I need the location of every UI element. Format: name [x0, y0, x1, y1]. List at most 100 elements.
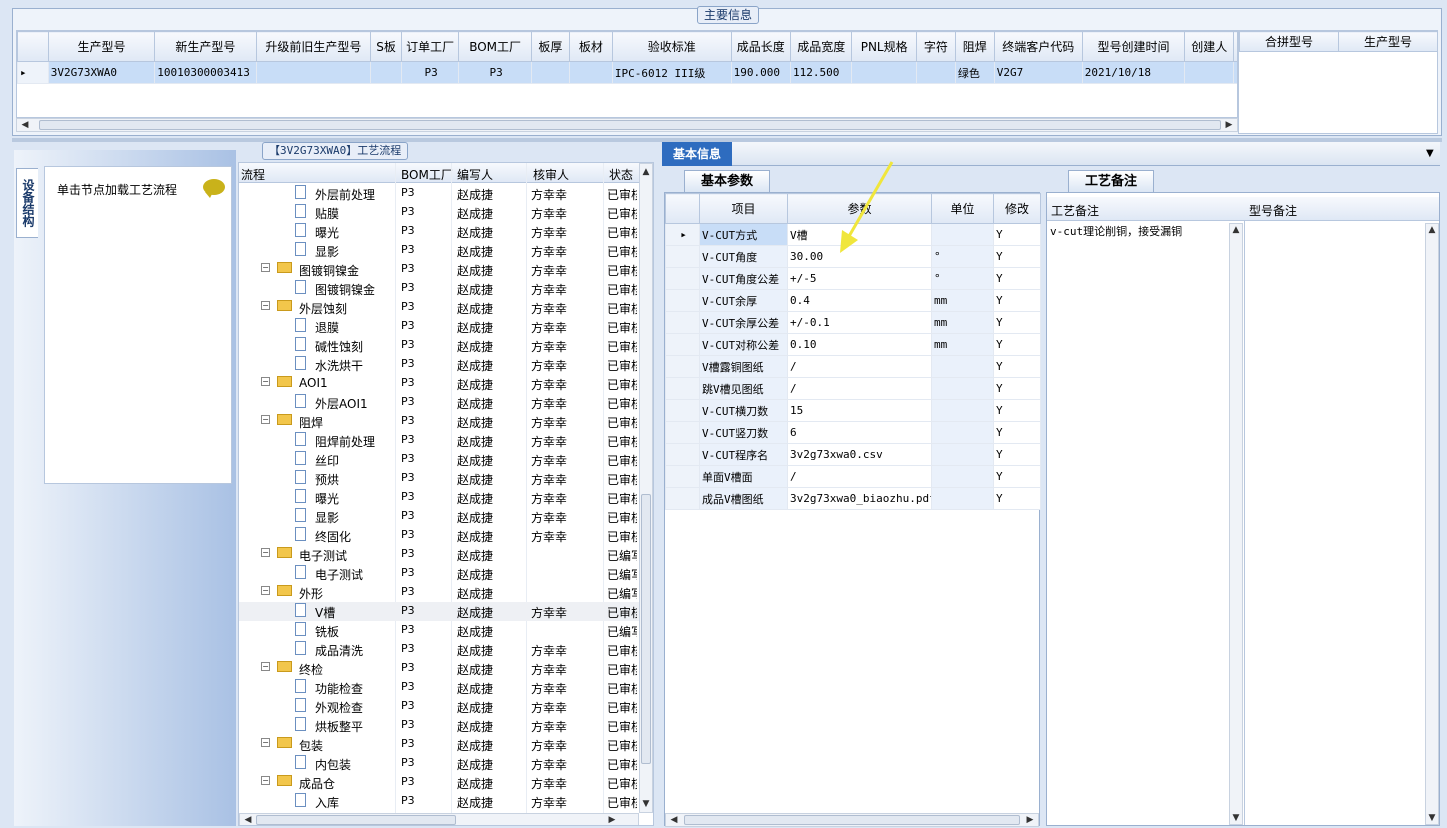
process-vscroll-thumb[interactable] [641, 494, 651, 764]
main-cell-5[interactable]: P3 [458, 61, 532, 84]
params-row[interactable]: V-CUT余厚 0.4 mm Y [665, 289, 1041, 312]
col-writer[interactable]: 编写人 [457, 166, 493, 183]
collapse-icon[interactable]: − [261, 776, 270, 785]
main-cell-13[interactable]: 绿色 [954, 61, 995, 84]
panel-dropdown-icon[interactable]: ▼ [1426, 148, 1434, 159]
params-row[interactable]: 成品V槽图纸 3v2g73xwa0_biaozhu.pdf Y [665, 487, 1041, 510]
main-cell-15[interactable]: 2021/10/18 [1081, 61, 1186, 84]
param-value[interactable]: +/-0.1 [787, 311, 932, 334]
row-header[interactable] [665, 421, 700, 444]
process-tree-row[interactable]: 终固化 P3 赵成捷 方幸幸 已审核 [239, 526, 644, 545]
collapse-icon[interactable]: − [261, 586, 270, 595]
row-header[interactable] [665, 355, 700, 378]
basic-info-tab[interactable]: 基本信息 [662, 142, 732, 166]
main-col-1[interactable]: 新生产型号 [154, 31, 257, 62]
row-header[interactable] [665, 267, 700, 290]
process-tree-row[interactable]: 功能检查 P3 赵成捷 方幸幸 已审核 [239, 678, 644, 697]
row-header[interactable] [665, 377, 700, 400]
main-cell-9[interactable]: 190.000 [730, 61, 791, 84]
process-hscroll[interactable]: ◀ ▶ [239, 813, 639, 825]
row-header[interactable] [665, 487, 700, 510]
main-cell-4[interactable]: P3 [400, 61, 460, 84]
process-tree-row[interactable]: 退膜 P3 赵成捷 方幸幸 已审核 [239, 317, 644, 336]
params-hscroll[interactable]: ◀ ▶ [665, 813, 1039, 827]
process-tree-row[interactable]: − 外层蚀刻 P3 赵成捷 方幸幸 已审核 [239, 298, 644, 317]
process-tree-row[interactable]: − 成品仓 P3 赵成捷 方幸幸 已审核 [239, 773, 644, 792]
process-vscroll[interactable]: ▲ ▼ [639, 163, 653, 813]
collapse-icon[interactable]: − [261, 548, 270, 557]
param-value[interactable]: 0.4 [787, 289, 932, 312]
main-cell-3[interactable] [370, 61, 402, 84]
scroll-down-icon[interactable]: ▼ [1230, 812, 1242, 824]
collapse-icon[interactable]: − [261, 301, 270, 310]
scroll-left-icon[interactable]: ◀ [668, 814, 680, 826]
main-hscroll[interactable]: ◀ ▶ [16, 118, 1238, 132]
process-tree-row[interactable]: 外层AOI1 P3 赵成捷 方幸幸 已审核 [239, 393, 644, 412]
scroll-up-icon[interactable]: ▲ [640, 166, 652, 178]
params-col-item[interactable]: 项目 [699, 193, 788, 224]
main-cell-1[interactable]: 10010300003413 [154, 61, 257, 84]
collapse-icon[interactable]: − [261, 377, 270, 386]
main-cell-14[interactable]: V2G7 [993, 61, 1083, 84]
process-tree-row[interactable]: 图镀铜镍金 P3 赵成捷 方幸幸 已审核 [239, 279, 644, 298]
main-cell-8[interactable]: IPC-6012 III级 [611, 61, 732, 84]
params-row[interactable]: V-CUT竖刀数 6 Y [665, 421, 1041, 444]
params-col-unit[interactable]: 单位 [931, 193, 994, 224]
process-tree-row[interactable]: 外观检查 P3 赵成捷 方幸幸 已审核 [239, 697, 644, 716]
row-pointer-icon[interactable]: ▸ [17, 61, 49, 84]
main-col-6[interactable]: 板厚 [530, 31, 570, 62]
process-tree-row[interactable]: 曝光 P3 赵成捷 方幸幸 已审核 [239, 222, 644, 241]
main-col-5[interactable]: BOM工厂 [458, 31, 532, 62]
param-value[interactable]: / [787, 465, 932, 488]
process-tree-row[interactable]: 曝光 P3 赵成捷 方幸幸 已审核 [239, 488, 644, 507]
remark2-vscroll[interactable]: ▲ ▼ [1425, 223, 1439, 825]
main-cell-12[interactable] [915, 61, 956, 84]
process-tree-row[interactable]: 烘板整平 P3 赵成捷 方幸幸 已审核 [239, 716, 644, 735]
main-col-10[interactable]: 成品宽度 [789, 31, 853, 62]
scroll-right-icon[interactable]: ▶ [606, 814, 618, 825]
main-col-3[interactable]: S板 [370, 31, 402, 62]
main-col-12[interactable]: 字符 [915, 31, 956, 62]
row-header[interactable] [665, 465, 700, 488]
collapse-icon[interactable]: − [261, 738, 270, 747]
row-header[interactable] [665, 333, 700, 356]
row-header[interactable] [665, 311, 700, 334]
main-col-0[interactable]: 生产型号 [47, 31, 156, 62]
main-col-9[interactable]: 成品长度 [730, 31, 791, 62]
params-row[interactable]: V-CUT程序名 3v2g73xwa0.csv Y [665, 443, 1041, 466]
process-remark-text[interactable]: v-cut理论削铜，接受漏铜 [1050, 223, 1182, 239]
process-tree-row[interactable]: 贴膜 P3 赵成捷 方幸幸 已审核 [239, 203, 644, 222]
process-hscroll-thumb[interactable] [256, 815, 456, 825]
process-tree-row[interactable]: 显影 P3 赵成捷 方幸幸 已审核 [239, 241, 644, 260]
params-row[interactable]: 单面V槽面 / Y [665, 465, 1041, 488]
equipment-tree[interactable]: 单击节点加载工艺流程 [44, 166, 232, 484]
param-value[interactable]: / [787, 377, 932, 400]
process-tree-row[interactable]: 铣板 P3 赵成捷 已编写 [239, 621, 644, 640]
process-tree-row[interactable]: 碱性蚀刻 P3 赵成捷 方幸幸 已审核 [239, 336, 644, 355]
param-value[interactable]: 6 [787, 421, 932, 444]
scroll-up-icon[interactable]: ▲ [1230, 224, 1242, 236]
main-col-2[interactable]: 升级前旧生产型号 [255, 31, 372, 62]
main-col-14[interactable]: 终端客户代码 [993, 31, 1083, 62]
process-tree-row[interactable]: 丝印 P3 赵成捷 方幸幸 已审核 [239, 450, 644, 469]
main-cell-6[interactable] [530, 61, 570, 84]
scroll-down-icon[interactable]: ▼ [640, 798, 652, 810]
process-tree-row[interactable]: − 外形 P3 赵成捷 已编写 [239, 583, 644, 602]
process-tree-row[interactable]: − AOI1 P3 赵成捷 方幸幸 已审核 [239, 374, 644, 393]
process-tree-row[interactable]: 成品清洗 P3 赵成捷 方幸幸 已审核 [239, 640, 644, 659]
params-row[interactable]: V-CUT余厚公差 +/-0.1 mm Y [665, 311, 1041, 334]
row-pointer-icon[interactable]: ▸ [665, 223, 700, 246]
main-col-7[interactable]: 板材 [568, 31, 613, 62]
scroll-right-icon[interactable]: ▶ [1223, 119, 1235, 131]
params-row[interactable]: V槽露铜图纸 / Y [665, 355, 1041, 378]
col-status[interactable]: 状态 [609, 166, 633, 183]
collapse-icon[interactable]: − [261, 415, 270, 424]
col-bom[interactable]: BOM工厂 [401, 166, 453, 183]
remark1-vscroll[interactable]: ▲ ▼ [1229, 223, 1243, 825]
scroll-up-icon[interactable]: ▲ [1426, 224, 1438, 236]
main-col-13[interactable]: 阻焊 [954, 31, 995, 62]
process-tree-row[interactable]: 阻焊前处理 P3 赵成捷 方幸幸 已审核 [239, 431, 644, 450]
process-tree-row[interactable]: 水洗烘干 P3 赵成捷 方幸幸 已审核 [239, 355, 644, 374]
row-header[interactable] [665, 399, 700, 422]
params-col-modify[interactable]: 修改 [993, 193, 1041, 224]
